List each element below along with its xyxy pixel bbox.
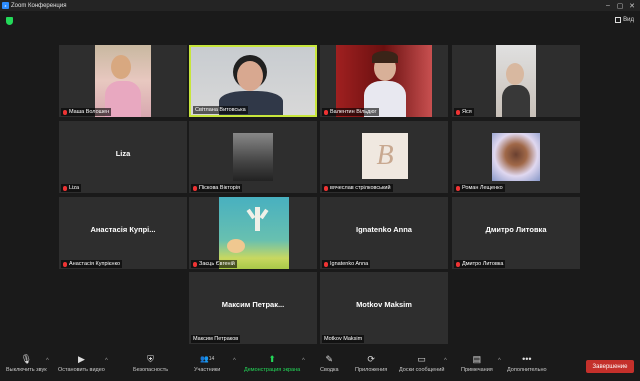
participant-label: Піскова Вікторія <box>191 184 243 192</box>
microphone-icon: 🎙 <box>20 353 33 364</box>
participant-avatar: B <box>362 133 408 179</box>
participant-label: Яся <box>454 108 474 116</box>
mute-button[interactable]: 🎙 Выключить звук <box>6 353 47 374</box>
minimize-icon[interactable]: – <box>602 0 614 11</box>
mic-muted-icon <box>324 261 328 267</box>
participant-label: вячеслав стрілковський <box>322 184 393 192</box>
notes-button[interactable]: ▤ Примечания <box>461 353 493 374</box>
participant-video <box>95 45 151 117</box>
video-tile[interactable]: Дмитро Литовка Дмитро Литовка <box>452 197 580 269</box>
summary-icon: ✎ <box>325 353 334 364</box>
video-tile[interactable]: Liza Liza <box>59 121 187 193</box>
participant-label: Заєць Євгеній <box>191 260 237 268</box>
video-tile[interactable]: Заєць Євгеній <box>189 197 317 269</box>
participant-video <box>336 45 432 117</box>
whiteboards-caret-icon[interactable]: ^ <box>444 358 447 364</box>
participant-video <box>191 47 315 115</box>
participants-caret-icon[interactable]: ^ <box>233 358 236 364</box>
video-tile[interactable]: Валентин Вільдюг <box>320 45 448 117</box>
close-icon[interactable]: ✕ <box>626 0 638 11</box>
summary-button[interactable]: ✎ Сводка <box>320 353 339 374</box>
maximize-icon[interactable]: ▢ <box>614 0 626 11</box>
window-title: Zoom Конференция <box>11 2 67 9</box>
participant-label: Світлана Витовська <box>193 106 248 114</box>
mic-muted-icon <box>324 185 328 191</box>
video-tile[interactable]: B вячеслав стрілковський <box>320 121 448 193</box>
video-tile[interactable]: Анастасія Купрі... Анастасія Купрієнко <box>59 197 187 269</box>
participants-icon: 👥 14 <box>200 356 215 363</box>
share-screen-button[interactable]: ⬆ Демонстрация экрана <box>244 353 300 374</box>
participant-label: Маша Волошен <box>61 108 112 116</box>
meeting-top-bar: Вид <box>0 11 640 31</box>
participant-label: Анастасія Купрієнко <box>61 260 123 268</box>
apps-icon: ⟳ <box>367 353 375 364</box>
whiteboards-button[interactable]: ▭ Доски сообщений <box>399 353 444 374</box>
participant-avatar <box>219 197 289 269</box>
share-screen-icon: ⬆ <box>268 353 276 364</box>
mute-options-caret-icon[interactable]: ^ <box>46 358 49 364</box>
video-tile[interactable]: Яся <box>452 45 580 117</box>
video-tile[interactable]: Піскова Вікторія <box>189 121 317 193</box>
more-dots-icon: ••• <box>522 354 532 364</box>
whiteboard-icon: ▭ <box>417 353 426 364</box>
mic-muted-icon <box>324 109 328 115</box>
mic-muted-icon <box>193 261 197 267</box>
mic-muted-icon <box>456 109 460 115</box>
grid-icon <box>615 17 622 23</box>
video-tile-active-speaker[interactable]: Світлана Витовська <box>189 45 317 117</box>
video-tile[interactable]: Маша Волошен <box>59 45 187 117</box>
participant-avatar <box>233 133 273 181</box>
participant-label: Ignatenko Anna <box>322 260 371 268</box>
stop-video-button[interactable]: ▶ Остановить видео <box>58 353 105 374</box>
video-options-caret-icon[interactable]: ^ <box>105 358 108 364</box>
view-button[interactable]: Вид <box>615 17 634 23</box>
share-caret-icon[interactable]: ^ <box>302 358 305 364</box>
shield-icon: ⛨ <box>147 353 154 364</box>
mic-muted-icon <box>456 261 460 267</box>
security-button[interactable]: ⛨ Безопасность <box>133 353 168 374</box>
participant-label: Роман Лещенко <box>454 184 505 192</box>
notes-icon: ▤ <box>472 353 482 364</box>
video-tile[interactable]: Роман Лещенко <box>452 121 580 193</box>
video-tile[interactable]: Максим Петрак... Максим Петраков <box>189 272 317 344</box>
mic-muted-icon <box>63 109 67 115</box>
meeting-toolbar: 🎙 Выключить звук ^ ▶ Остановить видео ^ … <box>0 348 640 381</box>
window-controls: – ▢ ✕ <box>602 0 638 11</box>
apps-button[interactable]: ⟳ Приложения <box>355 353 387 374</box>
more-button[interactable]: ••• Дополнительно <box>507 354 547 373</box>
end-meeting-button[interactable]: Завершение <box>586 360 634 373</box>
participant-video <box>496 45 536 117</box>
video-camera-icon: ▶ <box>77 353 85 364</box>
title-bar: z Zoom Конференция – ▢ ✕ <box>0 0 640 11</box>
zoom-logo-icon: z <box>2 2 9 9</box>
mic-muted-icon <box>193 185 197 191</box>
video-tile[interactable]: Motkov Maksim Motkov Maksim <box>320 272 448 344</box>
participant-label: Дмитро Литовка <box>454 260 506 268</box>
mic-muted-icon <box>456 185 460 191</box>
participant-label: Liza <box>61 184 82 192</box>
participant-label: Motkov Maksim <box>322 335 365 343</box>
video-tile[interactable]: Ignatenko Anna Ignatenko Anna <box>320 197 448 269</box>
participants-button[interactable]: 👥 14 Участники <box>194 354 220 373</box>
encryption-shield-icon[interactable] <box>6 17 13 25</box>
participant-label: Максим Петраков <box>191 335 241 343</box>
notes-caret-icon[interactable]: ^ <box>498 358 501 364</box>
mic-muted-icon <box>63 261 67 267</box>
participant-avatar <box>492 133 540 181</box>
participant-label: Валентин Вільдюг <box>322 108 379 116</box>
mic-muted-icon <box>63 185 67 191</box>
